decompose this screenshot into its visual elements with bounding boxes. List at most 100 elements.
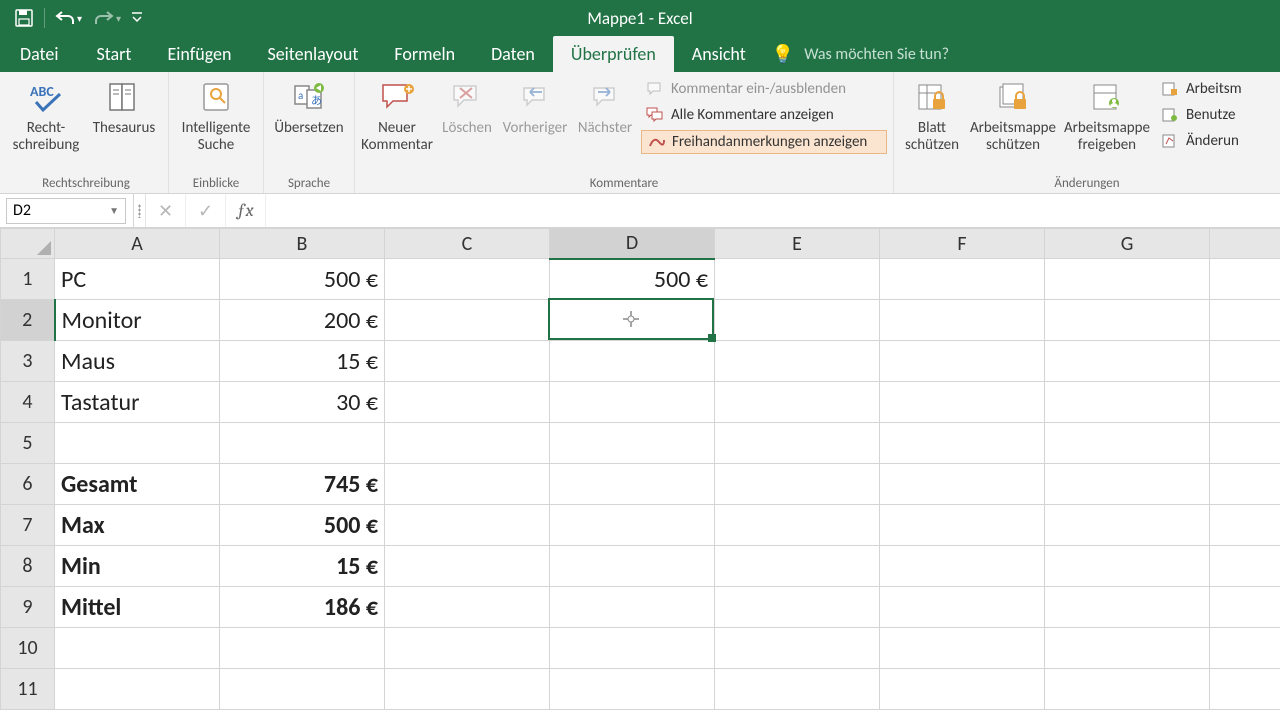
cell[interactable]: 15 € — [220, 341, 385, 382]
cell[interactable]: Monitor — [55, 300, 220, 341]
col-header-e[interactable]: E — [715, 229, 880, 259]
tab-pagelayout[interactable]: Seitenlayout — [249, 36, 376, 72]
track-changes-button[interactable]: Änderun — [1156, 130, 1274, 152]
cell[interactable] — [715, 464, 880, 505]
cell[interactable] — [55, 628, 220, 669]
cell[interactable] — [1210, 587, 1280, 628]
row-header[interactable]: 10 — [1, 628, 55, 669]
cell[interactable] — [1210, 300, 1280, 341]
cell[interactable] — [385, 259, 550, 300]
row-header[interactable]: 3 — [1, 341, 55, 382]
previous-comment-button[interactable]: Vorheriger — [499, 74, 571, 137]
cell[interactable] — [550, 669, 715, 710]
cell[interactable]: 15 € — [220, 546, 385, 587]
cell[interactable] — [880, 587, 1045, 628]
insert-function-button[interactable]: ƒx — [226, 194, 266, 227]
cell[interactable] — [550, 464, 715, 505]
cell[interactable] — [1210, 382, 1280, 423]
spelling-button[interactable]: ABC Recht- schreibung — [8, 74, 84, 155]
cell[interactable]: 745 € — [220, 464, 385, 505]
cell[interactable] — [385, 546, 550, 587]
cell[interactable] — [1045, 628, 1210, 669]
cell[interactable] — [715, 628, 880, 669]
cell[interactable] — [385, 423, 550, 464]
cell[interactable] — [1045, 546, 1210, 587]
cell[interactable] — [1045, 259, 1210, 300]
name-box[interactable]: D2 ▼ — [6, 198, 126, 224]
cell[interactable] — [1210, 423, 1280, 464]
cell[interactable]: Maus — [55, 341, 220, 382]
cell[interactable] — [550, 505, 715, 546]
cell[interactable] — [385, 464, 550, 505]
cell[interactable] — [550, 341, 715, 382]
formula-input[interactable] — [266, 194, 1280, 227]
col-header-h[interactable] — [1210, 229, 1280, 259]
cell[interactable] — [1210, 464, 1280, 505]
cell[interactable] — [715, 423, 880, 464]
cell[interactable]: Gesamt — [55, 464, 220, 505]
show-all-comments-button[interactable]: Alle Kommentare anzeigen — [641, 104, 887, 126]
redo-dropdown-icon[interactable]: ▾ — [116, 12, 125, 25]
cell[interactable] — [550, 628, 715, 669]
cell[interactable] — [550, 300, 715, 341]
cell[interactable] — [1045, 423, 1210, 464]
cell[interactable] — [1210, 505, 1280, 546]
row-header[interactable]: 11 — [1, 669, 55, 710]
col-header-a[interactable]: A — [55, 229, 220, 259]
tab-start[interactable]: Start — [78, 36, 149, 72]
cell[interactable] — [715, 259, 880, 300]
new-comment-button[interactable]: Neuer Kommentar — [359, 74, 435, 155]
tab-review[interactable]: Überprüfen — [553, 36, 674, 72]
cell[interactable] — [1045, 464, 1210, 505]
protect-workbook-button[interactable]: Arbeitsmappe schützen — [966, 74, 1060, 155]
cell[interactable] — [220, 423, 385, 464]
cell[interactable]: Mittel — [55, 587, 220, 628]
row-header[interactable]: 6 — [1, 464, 55, 505]
qat-customize-button[interactable] — [125, 11, 149, 25]
cell[interactable]: 500 € — [220, 505, 385, 546]
cell[interactable] — [715, 669, 880, 710]
row-header[interactable]: 8 — [1, 546, 55, 587]
cell[interactable] — [880, 341, 1045, 382]
enter-formula-button[interactable]: ✓ — [186, 194, 226, 227]
tab-view[interactable]: Ansicht — [674, 36, 764, 72]
cell[interactable] — [715, 546, 880, 587]
cell[interactable] — [1045, 669, 1210, 710]
cell[interactable] — [550, 382, 715, 423]
formula-bar-grip[interactable] — [134, 194, 146, 227]
cell[interactable] — [550, 587, 715, 628]
col-header-g[interactable]: G — [1045, 229, 1210, 259]
cell[interactable] — [880, 382, 1045, 423]
row-header[interactable]: 2 — [1, 300, 55, 341]
cell[interactable] — [1045, 382, 1210, 423]
cell[interactable] — [880, 464, 1045, 505]
cell[interactable] — [880, 505, 1045, 546]
smart-lookup-button[interactable]: Intelligente Suche — [173, 74, 259, 155]
cell[interactable] — [385, 628, 550, 669]
name-box-dropdown-icon[interactable]: ▼ — [109, 204, 119, 217]
undo-dropdown-icon[interactable]: ▾ — [77, 12, 86, 25]
allow-edit-ranges-button[interactable]: Benutze — [1156, 104, 1274, 126]
cell[interactable]: PC — [55, 259, 220, 300]
cell[interactable] — [385, 341, 550, 382]
cell[interactable] — [55, 423, 220, 464]
cell[interactable]: Tastatur — [55, 382, 220, 423]
tab-data[interactable]: Daten — [473, 36, 553, 72]
cell[interactable] — [715, 382, 880, 423]
share-protect-button[interactable]: Arbeitsm — [1156, 78, 1274, 100]
cell[interactable] — [880, 628, 1045, 669]
cell[interactable] — [1210, 546, 1280, 587]
spreadsheet-grid[interactable]: A B C D E F G 1PC500 €500 €2Monitor200 €… — [0, 228, 1280, 710]
select-all-corner[interactable] — [1, 229, 55, 259]
tab-file[interactable]: Datei — [0, 36, 78, 72]
row-header[interactable]: 4 — [1, 382, 55, 423]
share-workbook-button[interactable]: Arbeitsmappe freigeben — [1060, 74, 1154, 155]
cell[interactable] — [715, 300, 880, 341]
cell[interactable] — [1045, 587, 1210, 628]
next-comment-button[interactable]: Nächster — [571, 74, 639, 137]
translate-button[interactable]: aあ Übersetzen — [268, 74, 350, 137]
col-header-c[interactable]: C — [385, 229, 550, 259]
cell[interactable] — [880, 300, 1045, 341]
thesaurus-button[interactable]: Thesaurus — [84, 74, 164, 137]
row-header[interactable]: 1 — [1, 259, 55, 300]
